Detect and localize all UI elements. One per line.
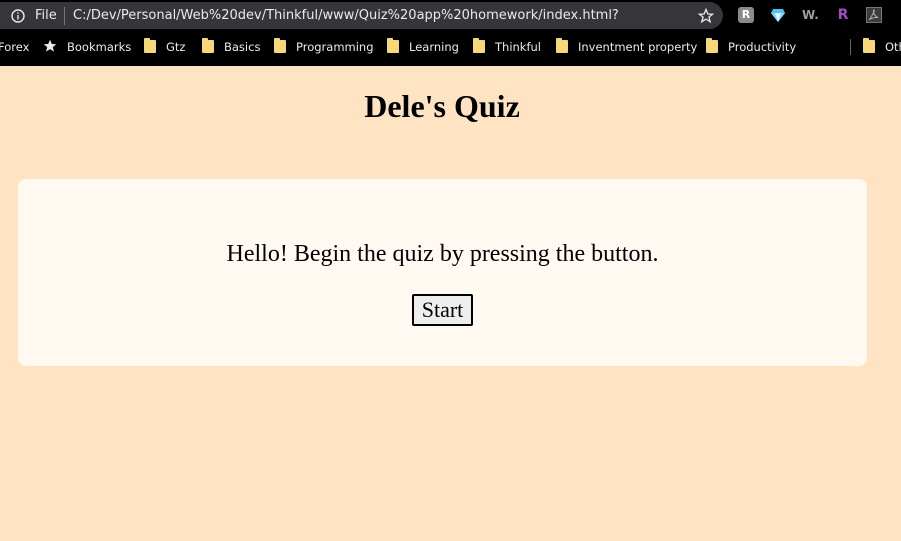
bookmark-learning[interactable]: Learning xyxy=(409,39,459,55)
folder-icon xyxy=(556,38,568,53)
bookmark-star-icon[interactable] xyxy=(698,8,714,24)
url-text[interactable]: C:/Dev/Personal/Web%20dev/Thinkful/www/Q… xyxy=(73,8,619,23)
folder-icon xyxy=(274,38,286,53)
omnibox-divider xyxy=(64,7,65,25)
address-bar[interactable]: File C:/Dev/Personal/Web%20dev/Thinkful/… xyxy=(0,2,723,29)
reddit-enhancement-icon[interactable]: R xyxy=(738,7,754,23)
r-icon[interactable]: R xyxy=(835,7,851,23)
gem-icon[interactable] xyxy=(770,7,786,23)
pdf-icon[interactable] xyxy=(866,7,882,23)
folder-icon xyxy=(387,38,399,53)
bookmark-thinkful[interactable]: Thinkful xyxy=(495,39,541,55)
scheme-label: File xyxy=(35,8,57,23)
bookmark-bookmarks[interactable]: Bookmarks xyxy=(67,39,131,55)
quiz-prompt: Hello! Begin the quiz by pressing the bu… xyxy=(226,241,659,267)
browser-chrome: File C:/Dev/Personal/Web%20dev/Thinkful/… xyxy=(0,0,901,66)
info-icon[interactable] xyxy=(11,9,25,23)
bookmark-other[interactable]: Oth xyxy=(885,39,901,55)
folder-icon xyxy=(706,38,718,53)
bookmark-programming[interactable]: Programming xyxy=(296,39,374,55)
folder-icon xyxy=(473,38,485,53)
bookmark-inventment-property[interactable]: Inventment property xyxy=(578,39,697,55)
bookmark-forex[interactable]: Forex xyxy=(0,39,29,55)
start-button[interactable]: Start xyxy=(412,294,473,326)
bookmarks-bar: Forex Bookmarks Gtz Basics Programming L… xyxy=(0,36,901,58)
bookmark-basics[interactable]: Basics xyxy=(224,39,260,55)
star-icon xyxy=(43,39,57,52)
folder-icon xyxy=(202,38,214,53)
bookmark-productivity[interactable]: Productivity xyxy=(728,39,796,55)
quiz-card: Hello! Begin the quiz by pressing the bu… xyxy=(18,179,867,366)
bookmarks-divider xyxy=(850,39,851,55)
w-icon[interactable]: W. xyxy=(802,7,819,23)
folder-icon xyxy=(863,38,875,53)
bookmark-gtz[interactable]: Gtz xyxy=(166,39,185,55)
page-title: Dele's Quiz xyxy=(364,88,520,124)
folder-icon xyxy=(144,38,156,53)
